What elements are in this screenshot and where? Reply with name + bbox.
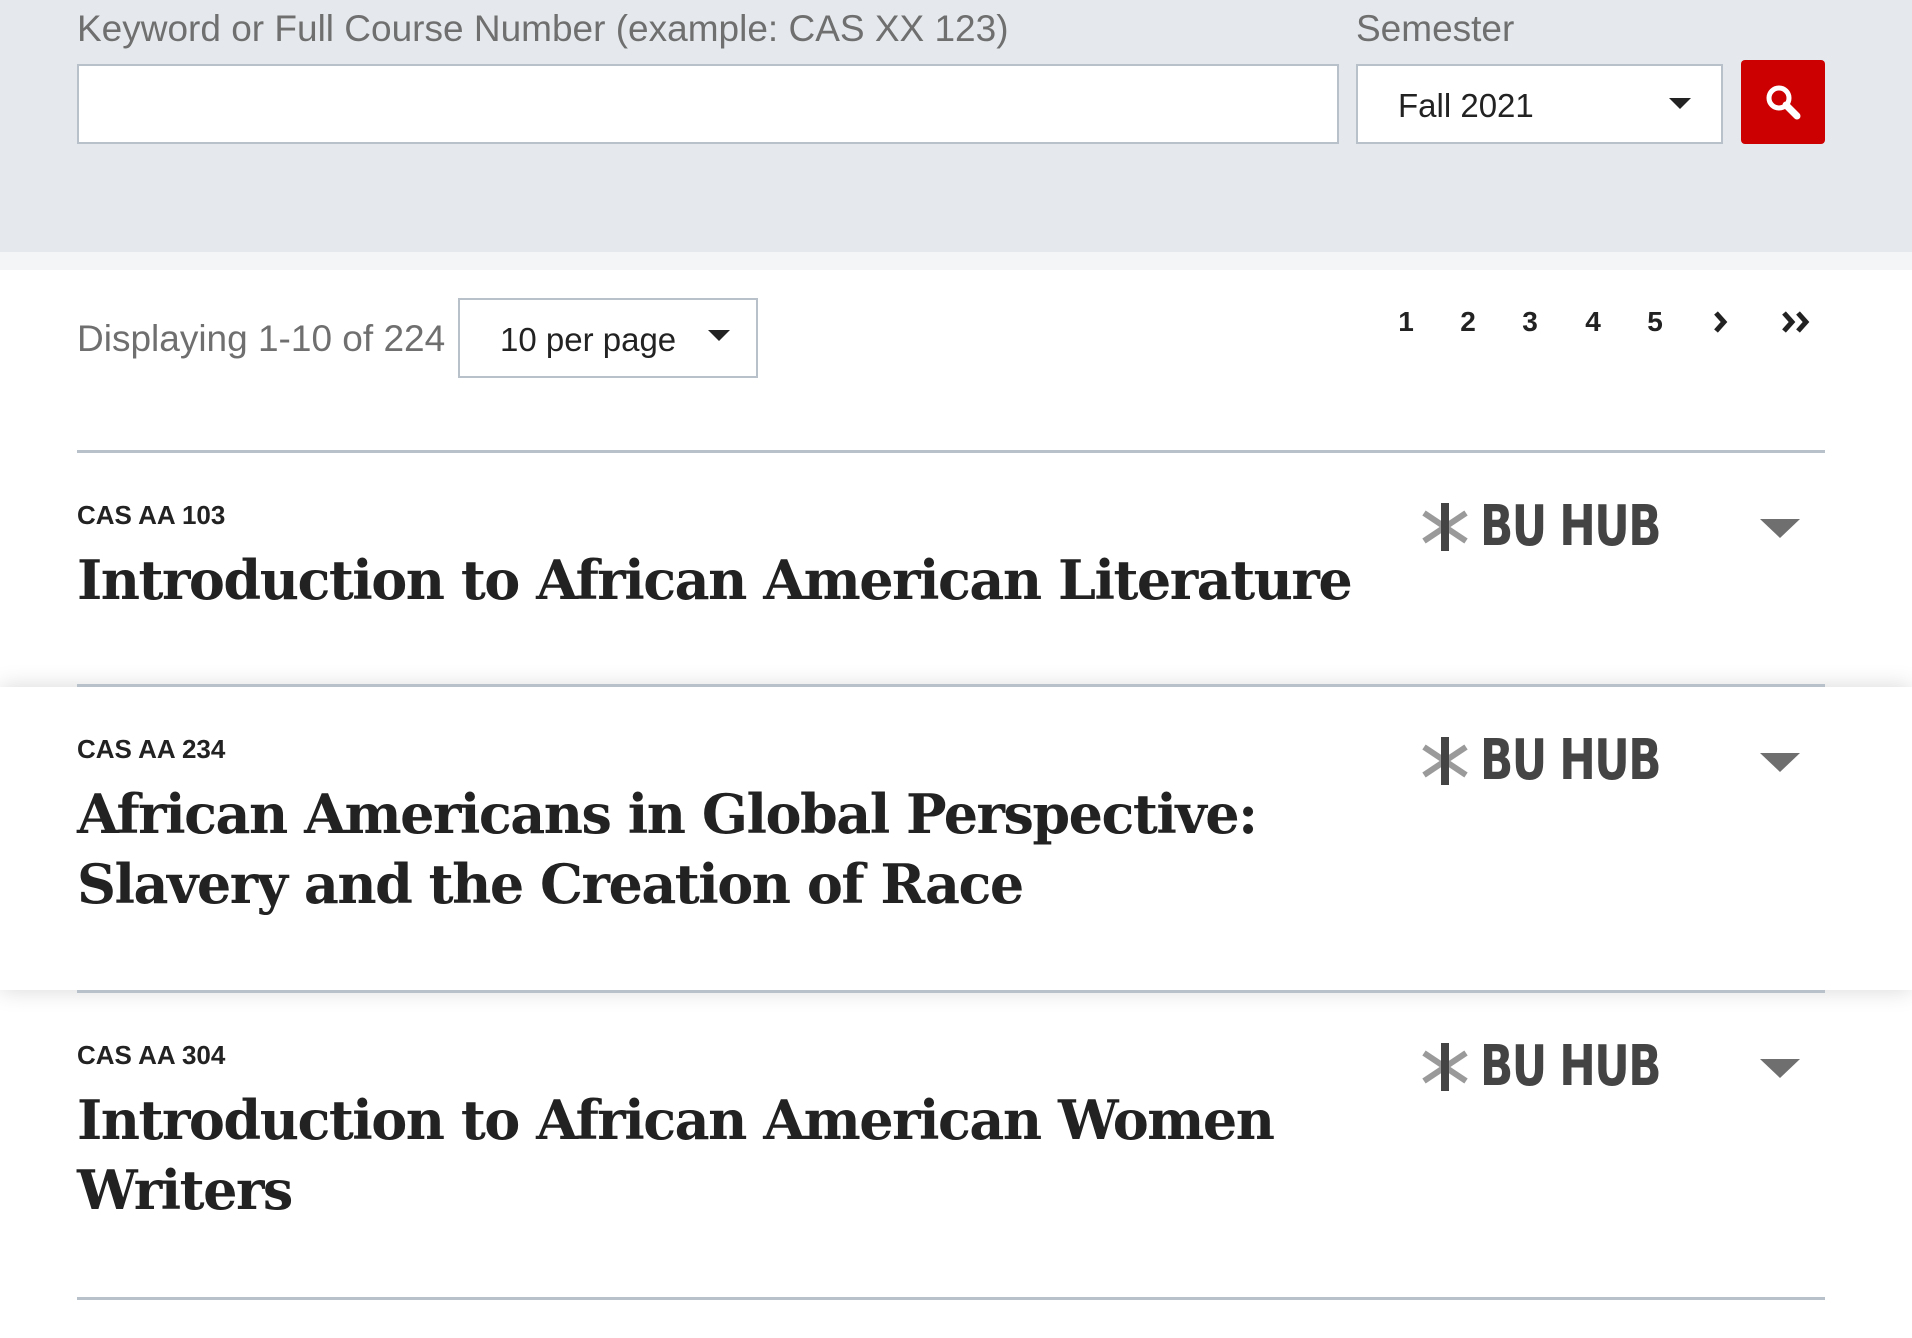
next-page-button[interactable] bbox=[1700, 302, 1740, 353]
chevron-down-icon bbox=[708, 330, 730, 341]
keyword-label: Keyword or Full Course Number (example: … bbox=[77, 8, 1009, 49]
course-number: CAS AA 103 bbox=[77, 500, 226, 530]
keyword-input[interactable] bbox=[77, 64, 1339, 144]
bu-hub-badge: BU HUB bbox=[1420, 731, 1661, 791]
page-link-5[interactable]: 5 bbox=[1635, 302, 1675, 342]
bu-hub-label: BU HUB bbox=[1480, 494, 1661, 559]
search-icon bbox=[1766, 85, 1801, 120]
course-title[interactable]: Introduction to African American Literat… bbox=[77, 545, 1367, 615]
course-row: CAS AA 234 African Americans in Global P… bbox=[0, 687, 1912, 990]
course-row: CAS AA 103 Introduction to African Ameri… bbox=[0, 453, 1912, 687]
semester-select[interactable]: Fall 2021 bbox=[1356, 64, 1723, 144]
hub-asterisk-icon bbox=[1422, 737, 1468, 785]
search-panel: Keyword or Full Course Number (example: … bbox=[0, 0, 1912, 252]
list-divider bbox=[77, 1297, 1825, 1300]
per-page-value: 10 per page bbox=[500, 321, 677, 358]
caret-down-icon bbox=[1760, 753, 1800, 772]
hub-asterisk-icon bbox=[1422, 1043, 1468, 1091]
double-chevron-right-icon bbox=[1782, 311, 1810, 333]
course-number: CAS AA 234 bbox=[77, 734, 226, 764]
expand-toggle[interactable] bbox=[1756, 509, 1804, 545]
per-page-select[interactable]: 10 per page bbox=[458, 298, 758, 378]
course-number: CAS AA 304 bbox=[77, 1040, 226, 1070]
page-link-2[interactable]: 2 bbox=[1448, 302, 1488, 342]
page-link-3[interactable]: 3 bbox=[1510, 302, 1550, 342]
caret-down-icon bbox=[1760, 1059, 1800, 1078]
course-row: CAS AA 304 Introduction to African Ameri… bbox=[0, 993, 1912, 1297]
semester-label: Semester bbox=[1356, 8, 1515, 49]
expand-toggle[interactable] bbox=[1756, 1049, 1804, 1085]
bu-hub-label: BU HUB bbox=[1480, 1034, 1661, 1099]
last-page-button[interactable] bbox=[1778, 302, 1818, 353]
page-link-4[interactable]: 4 bbox=[1573, 302, 1613, 342]
bu-hub-badge: BU HUB bbox=[1420, 497, 1661, 557]
course-title[interactable]: African Americans in Global Perspective:… bbox=[77, 779, 1367, 919]
panel-bottom-strip bbox=[0, 252, 1912, 270]
hub-asterisk-icon bbox=[1422, 503, 1468, 551]
course-title[interactable]: Introduction to African American Women W… bbox=[77, 1085, 1277, 1225]
chevron-right-icon bbox=[1714, 311, 1728, 333]
bu-hub-label: BU HUB bbox=[1480, 728, 1661, 793]
page-link-1[interactable]: 1 bbox=[1386, 302, 1426, 342]
expand-toggle[interactable] bbox=[1756, 743, 1804, 779]
bu-hub-badge: BU HUB bbox=[1420, 1037, 1661, 1097]
list-divider bbox=[77, 684, 1825, 687]
results-count: Displaying 1-10 of 224 bbox=[77, 318, 446, 359]
chevron-down-icon bbox=[1669, 98, 1691, 109]
search-button[interactable] bbox=[1741, 60, 1825, 144]
semester-value: Fall 2021 bbox=[1398, 87, 1534, 124]
caret-down-icon bbox=[1760, 519, 1800, 538]
